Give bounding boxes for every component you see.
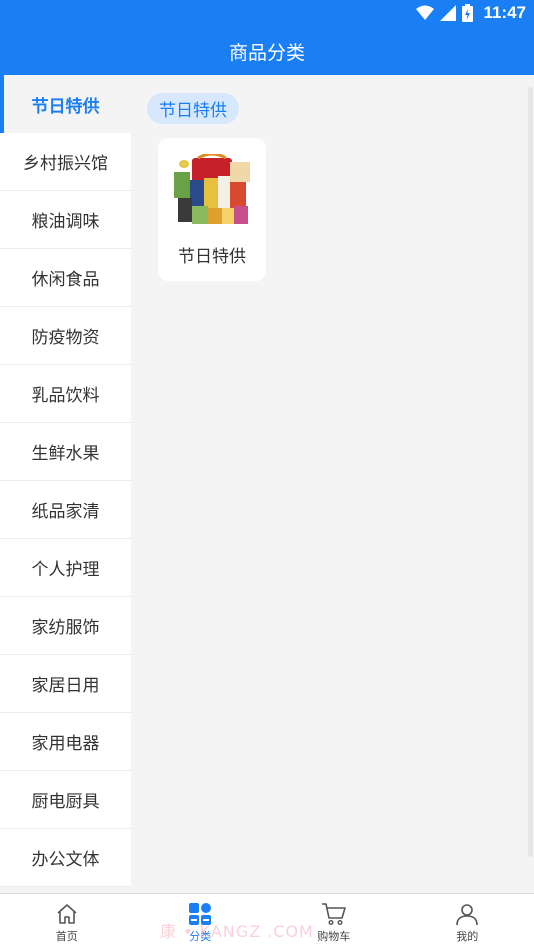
sidebar-item-label: 粮油调味: [31, 212, 100, 232]
sidebar-item-fresh-fruit[interactable]: 生鲜水果: [0, 423, 131, 481]
tab-category[interactable]: 分类: [134, 894, 268, 950]
sidebar-item-label: 办公文体: [31, 850, 100, 870]
sidebar-item-epidemic-supplies[interactable]: 防疫物资: [0, 307, 131, 365]
home-icon: [57, 904, 77, 924]
sidebar-item-kitchenware[interactable]: 厨电厨具: [0, 771, 131, 829]
tab-label: 我的: [456, 930, 479, 943]
sidebar-item-label: 家居日用: [31, 676, 100, 696]
sidebar-item-textiles-apparel[interactable]: 家纺服饰: [0, 597, 131, 655]
tab-home[interactable]: 首页: [0, 894, 134, 950]
sidebar-item-rural-revitalization[interactable]: 乡村振兴馆: [0, 133, 131, 191]
header: 商品分类: [0, 28, 534, 75]
product-card[interactable]: 节日特供: [158, 138, 266, 281]
signal-icon: [440, 5, 457, 21]
sidebar-item-holiday-special[interactable]: 节日特供: [0, 75, 131, 133]
wifi-icon: [416, 5, 435, 20]
status-bar: 11:47: [0, 0, 534, 28]
category-tag: 节日特供: [147, 93, 239, 124]
scrollbar[interactable]: [528, 87, 533, 857]
tab-profile[interactable]: 我的: [401, 894, 534, 950]
sidebar-item-grain-oil[interactable]: 粮油调味: [0, 191, 131, 249]
category-content: 节日特供 节日特供: [131, 75, 534, 893]
sidebar-item-label: 家用电器: [31, 734, 100, 754]
sidebar-item-snacks[interactable]: 休闲食品: [0, 249, 131, 307]
category-icon: [189, 903, 212, 925]
cart-icon: [321, 903, 346, 926]
battery-icon: [462, 4, 474, 22]
sidebar-item-label: 生鲜水果: [31, 444, 100, 464]
status-icons: 11:47: [416, 3, 526, 23]
sidebar-item-label: 防疫物资: [31, 328, 100, 348]
sidebar-item-label: 个人护理: [31, 560, 100, 580]
user-icon: [456, 904, 479, 926]
sidebar-item-label: 厨电厨具: [31, 792, 100, 812]
product-name: 节日特供: [178, 247, 246, 267]
sidebar-item-appliances[interactable]: 家用电器: [0, 713, 131, 771]
sidebar-item-label: 乳品饮料: [31, 386, 100, 406]
tab-label: 首页: [55, 930, 78, 943]
tab-label: 购物车: [317, 930, 351, 943]
bottom-tabbar: 首页 分类 购物车 我的: [0, 893, 534, 950]
tab-label: 分类: [189, 930, 212, 943]
sidebar-item-label: 节日特供: [31, 96, 100, 117]
page-title: 商品分类: [228, 42, 305, 64]
sidebar-item-dairy-drinks[interactable]: 乳品饮料: [0, 365, 131, 423]
sidebar-item-label: 家纺服饰: [31, 618, 100, 638]
sidebar-item-household[interactable]: 家居日用: [0, 655, 131, 713]
status-time: 11:47: [483, 3, 526, 22]
sidebar-item-paper-cleaning[interactable]: 纸品家清: [0, 481, 131, 539]
category-sidebar[interactable]: 节日特供 乡村振兴馆 粮油调味 休闲食品 防疫物资 乳品饮料 生鲜水果 纸品家清…: [0, 75, 131, 893]
sidebar-item-label: 乡村振兴馆: [23, 154, 108, 174]
sidebar-item-office-stationery[interactable]: 办公文体: [0, 829, 131, 887]
tab-cart[interactable]: 购物车: [267, 894, 401, 950]
sidebar-item-label: 纸品家清: [31, 502, 100, 522]
product-image: [174, 154, 250, 224]
sidebar-item-personal-care[interactable]: 个人护理: [0, 539, 131, 597]
sidebar-item-label: 休闲食品: [31, 270, 100, 290]
